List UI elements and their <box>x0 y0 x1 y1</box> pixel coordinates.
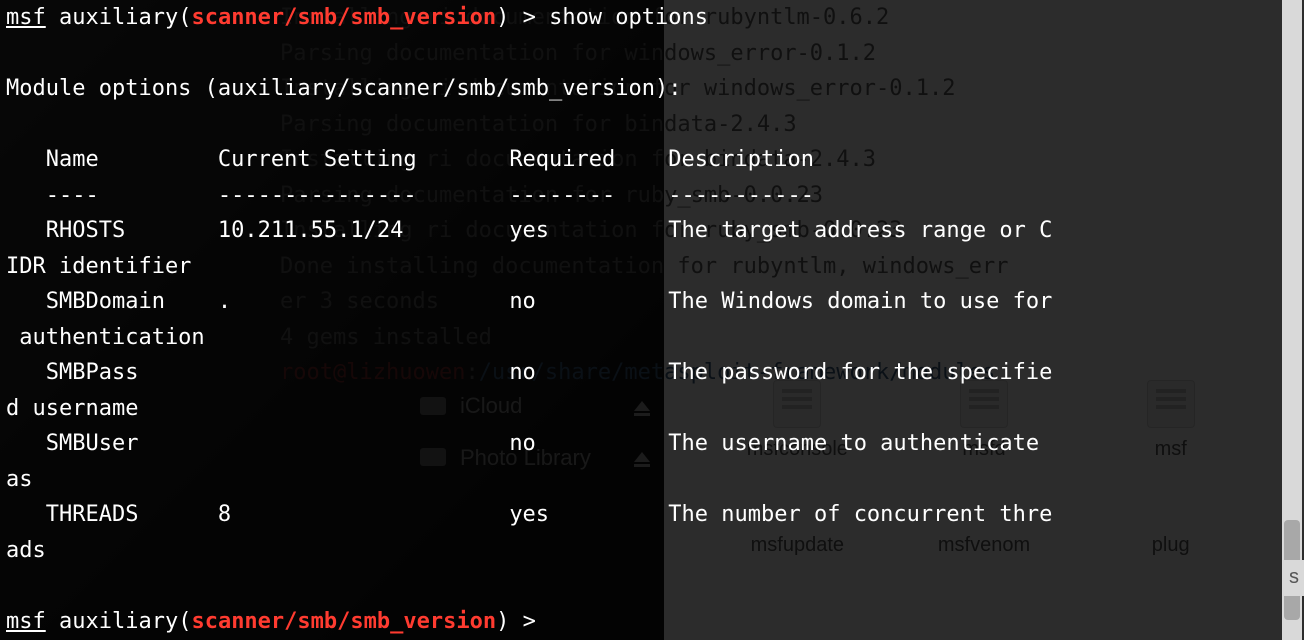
prompt-prefix: msf <box>6 5 46 30</box>
table-row: RHOSTS 10.211.55.1/24 yes The target add… <box>6 218 1052 243</box>
table-row-wrap: as <box>6 467 33 492</box>
table-row: THREADS 8 yes The number of concurrent t… <box>6 502 1052 527</box>
clipped-text: s <box>1284 560 1304 596</box>
table-row-wrap: ads <box>6 538 46 563</box>
table-row-wrap: d username <box>6 396 138 421</box>
scrollbar[interactable] <box>1282 0 1302 640</box>
table-row-wrap: authentication <box>6 325 205 350</box>
table-row: SMBDomain . no The Windows domain to use… <box>6 289 1052 314</box>
terminal-output[interactable]: msf auxiliary(scanner/smb/smb_version) >… <box>0 0 1304 640</box>
prompt-module: scanner/smb/smb_version <box>191 5 496 30</box>
table-row-wrap: IDR identifier <box>6 254 191 279</box>
prompt-prefix: msf <box>6 609 46 634</box>
table-divider: ---- --------------- -------- ----------… <box>6 183 814 208</box>
table-row: SMBPass no The password for the specifie <box>6 360 1052 385</box>
module-options-header: Module options (auxiliary/scanner/smb/sm… <box>6 76 682 101</box>
prompt-module: scanner/smb/smb_version <box>191 609 496 634</box>
table-row: SMBUser no The username to authenticate <box>6 431 1052 456</box>
table-header: Name Current Setting Required Descriptio… <box>6 147 814 172</box>
